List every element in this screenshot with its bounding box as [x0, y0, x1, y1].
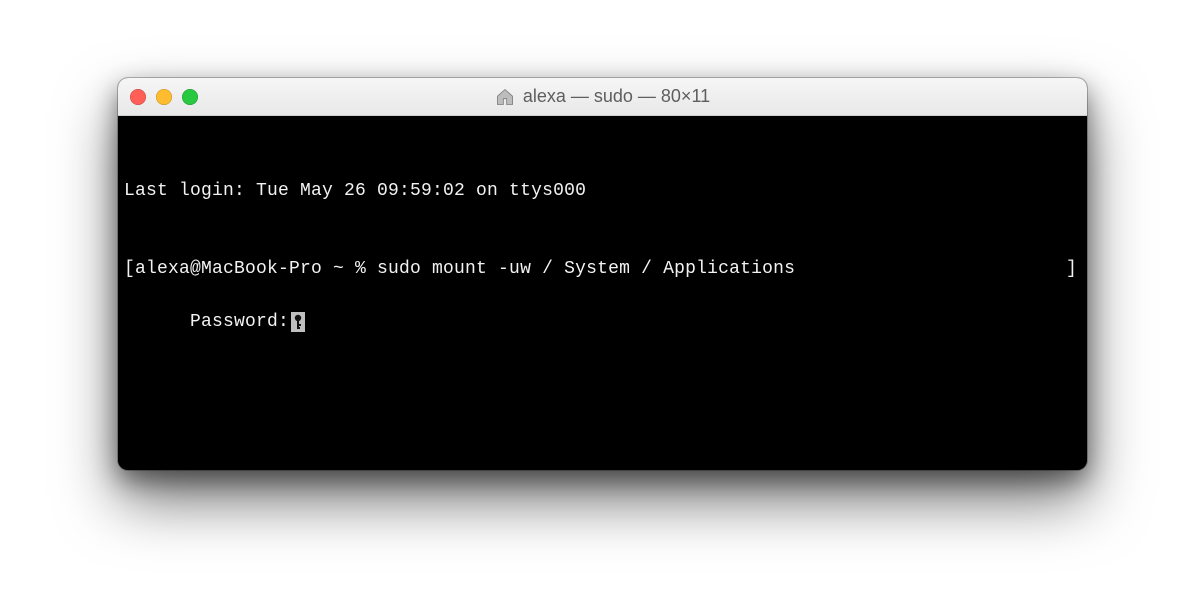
window-title: alexa — sudo — 80×11	[495, 86, 710, 107]
window-titlebar[interactable]: alexa — sudo — 80×11	[118, 78, 1087, 116]
password-label: Password:	[190, 309, 289, 335]
key-icon	[291, 312, 305, 332]
terminal-line-password: Password:	[190, 309, 305, 335]
traffic-lights	[130, 89, 198, 105]
home-icon	[495, 87, 515, 107]
terminal-window: alexa — sudo — 80×11 Last login: Tue May…	[118, 78, 1087, 470]
terminal-command-text: [alexa@MacBook-Pro ~ % sudo mount -uw / …	[124, 256, 795, 282]
terminal-line-last-login: Last login: Tue May 26 09:59:02 on ttys0…	[124, 178, 1081, 204]
window-title-text: alexa — sudo — 80×11	[523, 86, 710, 107]
terminal-command-right-bracket: ]	[1066, 256, 1081, 282]
minimize-button[interactable]	[156, 89, 172, 105]
zoom-button[interactable]	[182, 89, 198, 105]
terminal-body[interactable]: Last login: Tue May 26 09:59:02 on ttys0…	[118, 116, 1087, 470]
close-button[interactable]	[130, 89, 146, 105]
terminal-line-command: [alexa@MacBook-Pro ~ % sudo mount -uw / …	[124, 256, 1081, 282]
